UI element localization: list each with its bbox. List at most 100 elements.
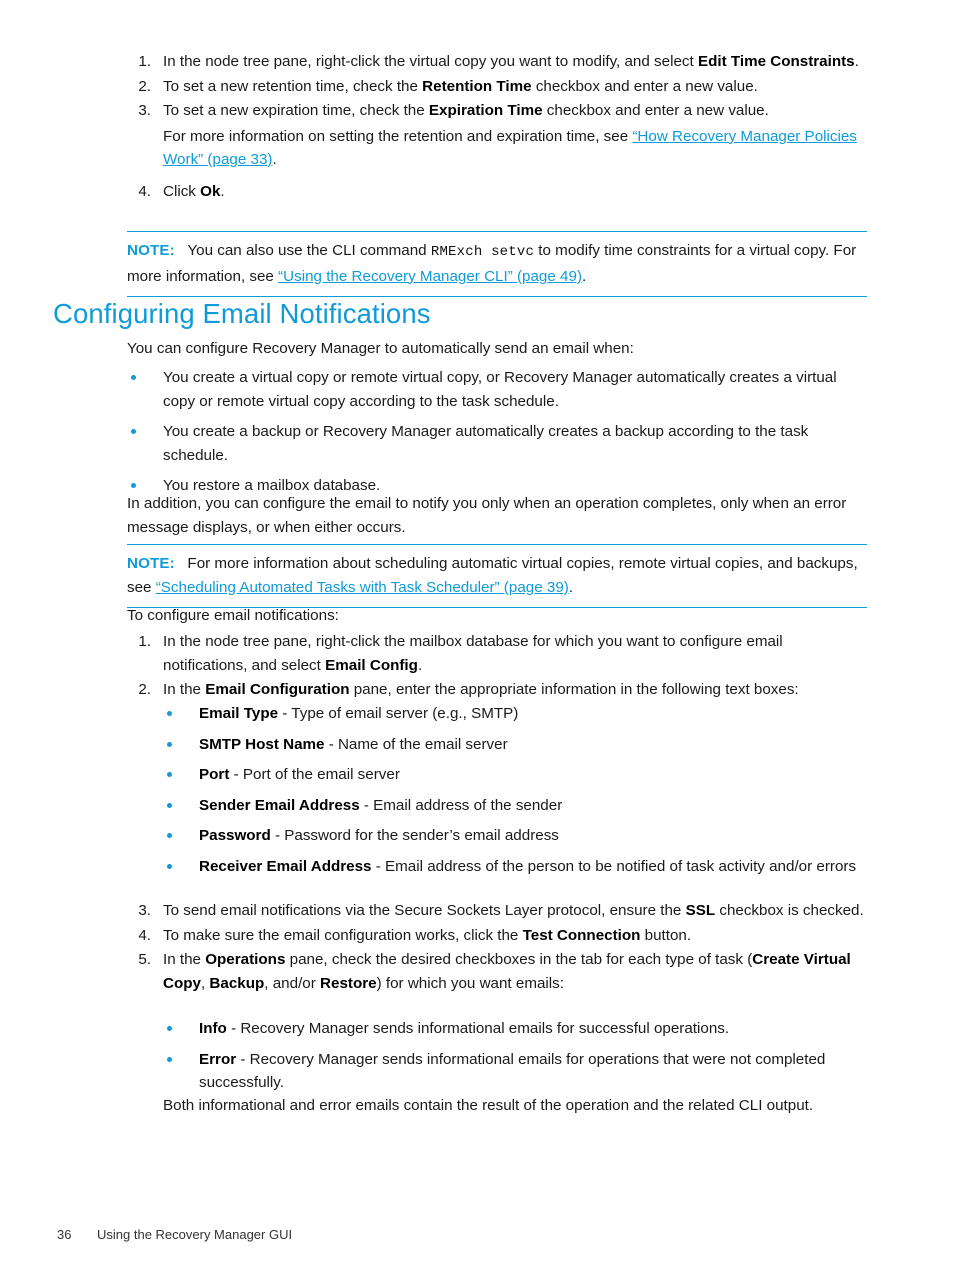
list-number: 5. <box>138 951 151 968</box>
note-label: NOTE: <box>127 242 175 259</box>
step-emphasis: SSL <box>685 902 716 919</box>
cross-reference-link-cli[interactable]: “Using the Recovery Manager CLI” (page 4… <box>278 268 582 285</box>
page-title: Configuring Email Notifications <box>53 298 431 329</box>
field-description: - Password for the sender’s email addres… <box>270 827 559 844</box>
bullet-dot-icon <box>167 1026 172 1031</box>
list-text: To make sure the email configuration wor… <box>163 927 691 944</box>
list-item: 4. Click Ok. <box>127 180 869 204</box>
list-number: 2. <box>138 77 151 95</box>
bullet-dot-icon <box>131 483 136 488</box>
bullet-text: Password - Password for the sender’s ema… <box>199 827 559 844</box>
note-label: NOTE: <box>127 555 175 572</box>
list-item: SMTP Host Name - Name of the email serve… <box>163 733 869 757</box>
cross-reference-link-scheduler[interactable]: “Scheduling Automated Tasks with Task Sc… <box>156 579 569 596</box>
list-item: You create a backup or Recovery Manager … <box>127 420 869 467</box>
note-body: You can also use the CLI command RMExch … <box>127 242 856 285</box>
step-text-p4: , and/or <box>264 974 321 992</box>
footer-page-number: 36 <box>57 1227 72 1242</box>
bullet-dot-icon <box>131 375 136 380</box>
step-continuation-paragraph: For more information on setting the rete… <box>127 125 869 172</box>
note-text-post: . <box>568 578 574 596</box>
email-type-description: - Recovery Manager sends informational e… <box>226 1020 730 1037</box>
step-emphasis-restore: Restore <box>320 974 377 992</box>
bullet-dot-icon <box>167 711 172 716</box>
step-text-post: button. <box>640 926 692 944</box>
list-item: Error - Recovery Manager sends informati… <box>163 1048 869 1095</box>
bullet-dot-icon <box>131 429 136 434</box>
bullet-text: SMTP Host Name - Name of the email serve… <box>199 736 508 753</box>
email-type-term: Error <box>199 1050 237 1068</box>
list-number: 3. <box>138 902 151 919</box>
list-item: 3. To send email notifications via the S… <box>127 899 869 923</box>
cli-command-code: RMExch setvc <box>430 244 535 260</box>
bullet-text: You create a backup or Recovery Manager … <box>163 423 809 464</box>
list-item: Info - Recovery Manager sends informatio… <box>163 1017 869 1041</box>
list-text: In the node tree pane, right-click the m… <box>163 633 783 674</box>
step-emphasis: Expiration Time <box>428 102 543 119</box>
procedure-closing-paragraph: Both informational and error emails cont… <box>163 1097 814 1114</box>
step-text-post: . <box>854 53 859 70</box>
field-description: - Email address of the sender <box>359 796 563 814</box>
bullet-dot-icon <box>167 1056 172 1062</box>
list-text: To set a new expiration time, check the … <box>163 102 769 119</box>
intro-closing-paragraph: In addition, you can configure the email… <box>127 495 847 536</box>
list-item: Receiver Email Address - Email address o… <box>163 855 869 879</box>
step-text-pre: To set a new expiration time, check the <box>163 102 429 119</box>
bullet-text: Port - Port of the email server <box>199 766 400 783</box>
list-item: 5. In the Operations pane, check the des… <box>127 948 869 995</box>
bullet-dot-icon <box>167 863 172 869</box>
field-term: Password <box>199 827 271 844</box>
step-text-p5: ) for which you want emails: <box>376 974 564 992</box>
list-item: 2. To set a new retention time, check th… <box>127 75 869 99</box>
list-text: Click Ok. <box>163 183 225 200</box>
step-text-post: checkbox and enter a new value. <box>531 77 758 95</box>
footer-chapter-title: Using the Recovery Manager GUI <box>97 1227 293 1242</box>
email-config-field-bullets: Email Type - Type of email server (e.g.,… <box>163 702 869 885</box>
note-text-post: . <box>582 267 587 285</box>
list-text: To send email notifications via the Secu… <box>163 902 864 919</box>
field-description: - Name of the email server <box>324 735 508 753</box>
step-emphasis-operations: Operations <box>205 951 286 968</box>
list-text: In the Email Configuration pane, enter t… <box>163 681 799 698</box>
list-item: 1. In the node tree pane, right-click th… <box>127 630 869 677</box>
list-text: In the Operations pane, check the desire… <box>163 951 851 992</box>
list-number: 2. <box>138 681 151 698</box>
bullet-text: You create a virtual copy or remote virt… <box>163 369 837 410</box>
step-text-post: checkbox and enter a new value. <box>542 102 769 119</box>
note-cli-command: NOTE: You can also use the CLI command R… <box>127 231 867 297</box>
step-text-pre: In the <box>163 681 206 698</box>
list-item: 3. To set a new expiration time, check t… <box>127 99 869 123</box>
bullet-dot-icon <box>167 741 172 747</box>
procedure-lead-paragraph: To configure email notifications: <box>127 607 339 624</box>
list-text: To set a new retention time, check the R… <box>163 78 758 95</box>
step-text-pre: In the node tree pane, right-click the m… <box>163 633 783 674</box>
step-text-pre: Click <box>163 182 201 200</box>
intro-lead-paragraph: You can configure Recovery Manager to au… <box>127 340 634 357</box>
step-emphasis-backup: Backup <box>209 974 265 992</box>
email-procedure-steps-1-2: 1. In the node tree pane, right-click th… <box>127 630 869 703</box>
list-item: Port - Port of the email server <box>163 763 869 787</box>
list-item: Password - Password for the sender’s ema… <box>163 824 869 848</box>
list-text: In the node tree pane, right-click the v… <box>163 53 859 70</box>
step-text-p1: In the <box>163 951 206 968</box>
field-term: Receiver Email Address <box>199 857 372 875</box>
field-term: Port <box>199 766 230 783</box>
step-text-post: checkbox is checked. <box>715 902 864 919</box>
email-type-description: - Recovery Manager sends informational e… <box>199 1050 826 1092</box>
list-number: 4. <box>138 182 151 200</box>
step-text-p2: pane, check the desired checkboxes in th… <box>285 951 753 968</box>
email-trigger-bullets: You create a virtual copy or remote virt… <box>127 366 869 505</box>
bullet-text: Email Type - Type of email server (e.g.,… <box>199 705 518 722</box>
step-text-pre: To set a new retention time, check the <box>163 77 423 95</box>
list-number: 3. <box>138 102 151 119</box>
email-type-term: Info <box>199 1020 227 1037</box>
field-term: Email Type <box>199 705 279 722</box>
step-text-pre: In the node tree pane, right-click the v… <box>163 53 698 70</box>
document-page: 1. In the node tree pane, right-click th… <box>0 0 954 1271</box>
step-emphasis: Retention Time <box>422 77 532 95</box>
step-text-post: . <box>417 656 423 674</box>
continuation-pre: For more information on setting the rete… <box>163 127 633 145</box>
list-item: You create a virtual copy or remote virt… <box>127 366 869 413</box>
bullet-dot-icon <box>167 772 172 777</box>
bullet-text: Sender Email Address - Email address of … <box>199 797 562 814</box>
